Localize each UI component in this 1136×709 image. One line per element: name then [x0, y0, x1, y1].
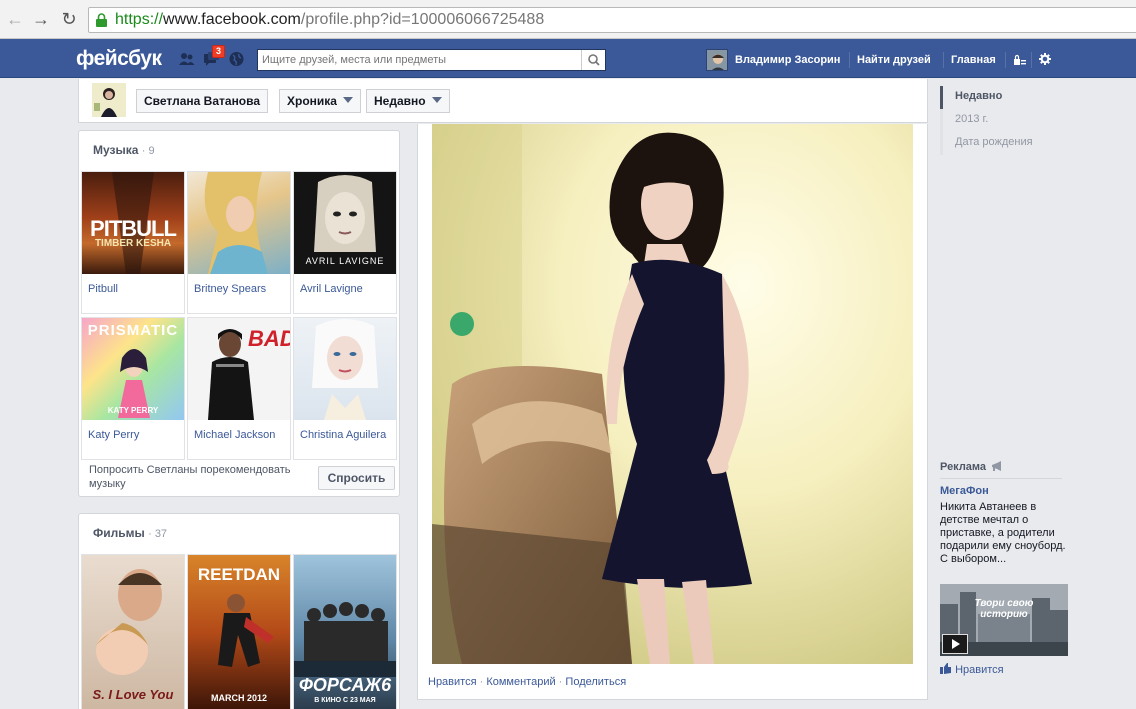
album-cover-christina-aguilera	[294, 318, 396, 420]
music-tile-pitbull[interactable]: PITBULL TIMBER KESHA Pitbull	[81, 171, 185, 314]
notifications-globe-icon[interactable]	[228, 51, 245, 67]
ask-button[interactable]: Спросить	[318, 466, 395, 490]
find-friends-link[interactable]: Найти друзей	[857, 54, 931, 67]
url-scheme: https://	[115, 11, 164, 28]
profile-thumbnail-image	[92, 83, 126, 117]
movies-count: · 37	[148, 528, 168, 540]
movie-tile-street-dance[interactable]: REETDAN MARCH 2012	[187, 554, 291, 709]
movie-tile-fast-6[interactable]: ФОРСАЖ6 В КИНО С 23 МАЯ	[293, 554, 397, 709]
album-cover-katy-perry: PRISMATIC KATY PERRY	[82, 318, 184, 420]
album-cover-avril-lavigne: AVRIL LAVIGNE	[294, 172, 396, 274]
music-tile-avril-lavigne[interactable]: AVRIL LAVIGNE Avril Lavigne	[293, 171, 397, 314]
ad-text[interactable]: Никита Автанеев в детстве мечтал о прист…	[940, 501, 1066, 566]
post-comment-link[interactable]: Комментарий	[486, 676, 555, 688]
search-box[interactable]	[257, 49, 606, 71]
post-photo[interactable]	[432, 124, 913, 664]
back-arrow-icon[interactable]: ←	[4, 8, 26, 30]
timeline-period-dropdown[interactable]: Недавно	[366, 89, 450, 113]
music-card: Музыка · 9 PITBULL TIMBER KESHA Pitbull …	[78, 130, 400, 497]
user-avatar-image	[707, 50, 727, 70]
music-tile-christina-aguilera[interactable]: Christina Aguilera	[293, 317, 397, 460]
url-path: /profile.php?id=100006066725488	[300, 11, 545, 28]
post-photo-image	[432, 124, 913, 664]
album-cover-britney-spears	[188, 172, 290, 274]
timeline-section-dropdown[interactable]: Хроника	[279, 89, 361, 113]
photo-post: Нравится · Комментарий · Поделиться	[417, 124, 928, 700]
top-divider	[849, 52, 850, 68]
music-tile-britney-spears[interactable]: Britney Spears	[187, 171, 291, 314]
play-icon	[952, 639, 960, 649]
user-profile-link[interactable]: Владимир Засорин	[735, 54, 840, 67]
movie-tile-ps-i-love-you[interactable]: S. I Love You	[81, 554, 185, 709]
home-link[interactable]: Главная	[951, 54, 996, 67]
top-divider	[1031, 52, 1032, 68]
timeline-period-label: Недавно	[374, 94, 426, 108]
timeline-scrubber: Недавно 2013 г. Дата рождения	[940, 86, 1060, 155]
post-actions: Нравится · Комментарий · Поделиться	[428, 676, 627, 688]
timeline-section-label: Хроника	[287, 94, 337, 108]
music-tile-label[interactable]: Avril Lavigne	[300, 283, 363, 295]
music-count: · 9	[141, 145, 155, 157]
scrubber-item-birth[interactable]: Дата рождения	[940, 132, 1060, 155]
scrubber-item-recent[interactable]: Недавно	[940, 86, 1060, 109]
timeline-name-label: Светлана Ватанова	[144, 94, 261, 108]
timeline-name-button[interactable]: Светлана Ватанова	[136, 89, 269, 113]
ad-like-link[interactable]: Нравится	[940, 663, 1004, 676]
ad-advertiser-link[interactable]: МегаФон	[940, 485, 989, 497]
album-cover-michael-jackson: BAD	[188, 318, 290, 420]
settings-gear-icon[interactable]	[1039, 53, 1051, 65]
reload-icon[interactable]: ↻	[58, 8, 80, 30]
movies-card: Фильмы · 37 S. I Love You REETDAN MARCH …	[78, 513, 400, 709]
lock-icon	[96, 13, 107, 27]
post-like-link[interactable]: Нравится	[428, 676, 477, 688]
album-cover-pitbull: PITBULL TIMBER KESHA	[82, 172, 184, 274]
search-icon	[588, 54, 600, 66]
forward-arrow-icon[interactable]: →	[30, 8, 52, 30]
music-tile-katy-perry[interactable]: PRISMATIC KATY PERRY Katy Perry	[81, 317, 185, 460]
top-divider	[1005, 52, 1006, 68]
music-tile-label[interactable]: Christina Aguilera	[300, 429, 386, 441]
user-avatar[interactable]	[706, 49, 728, 71]
music-tile-label[interactable]: Britney Spears	[194, 283, 266, 295]
search-button[interactable]	[581, 50, 605, 70]
facebook-logo[interactable]: фейсбук	[76, 47, 162, 71]
post-share-link[interactable]: Поделиться	[565, 676, 626, 688]
chevron-down-icon	[431, 97, 442, 103]
movie-poster-street-dance: REETDAN MARCH 2012	[188, 555, 290, 709]
messages-badge: 3	[212, 45, 226, 58]
movie-poster-fast-6: ФОРСАЖ6 В КИНО С 23 МАЯ	[294, 555, 396, 709]
music-tile-label[interactable]: Michael Jackson	[194, 429, 275, 441]
music-tile-label[interactable]: Katy Perry	[88, 429, 139, 441]
ad-video-thumbnail[interactable]: Твори свою историю	[940, 584, 1068, 656]
facebook-top-bar: фейсбук 3 Владимир Засорин Найти друзей	[0, 39, 1136, 78]
ads-title: Реклама	[940, 461, 1003, 473]
scrubber-item-2013[interactable]: 2013 г.	[940, 109, 1060, 132]
ask-recommend-text: Попросить Светланы порекомендовать музык…	[89, 464, 291, 490]
music-tile-label[interactable]: Pitbull	[88, 283, 118, 295]
privacy-shortcuts-icon[interactable]	[1013, 54, 1027, 66]
url-host: www.facebook.com	[163, 11, 301, 28]
friend-requests-icon[interactable]	[178, 51, 195, 67]
video-play-button[interactable]	[942, 634, 968, 654]
search-input[interactable]	[258, 50, 578, 70]
thumbs-up-icon	[940, 663, 951, 674]
music-card-title[interactable]: Музыка · 9	[93, 143, 155, 157]
profile-thumbnail[interactable]	[92, 83, 126, 117]
megaphone-icon[interactable]	[991, 461, 1003, 471]
timeline-nav-bar: Светлана Ватанова Хроника Недавно	[78, 79, 928, 123]
top-divider	[943, 52, 944, 68]
chevron-down-icon	[342, 97, 353, 103]
movies-card-title[interactable]: Фильмы · 37	[93, 526, 167, 540]
browser-toolbar: ← → ↻ https://www.facebook.com/profile.p…	[0, 0, 1136, 39]
address-bar[interactable]: https://www.facebook.com/profile.php?id=…	[88, 7, 1136, 33]
music-tile-michael-jackson[interactable]: BAD Michael Jackson	[187, 317, 291, 460]
movie-poster-ps-i-love-you: S. I Love You	[82, 555, 184, 709]
ads-divider	[940, 478, 1062, 479]
